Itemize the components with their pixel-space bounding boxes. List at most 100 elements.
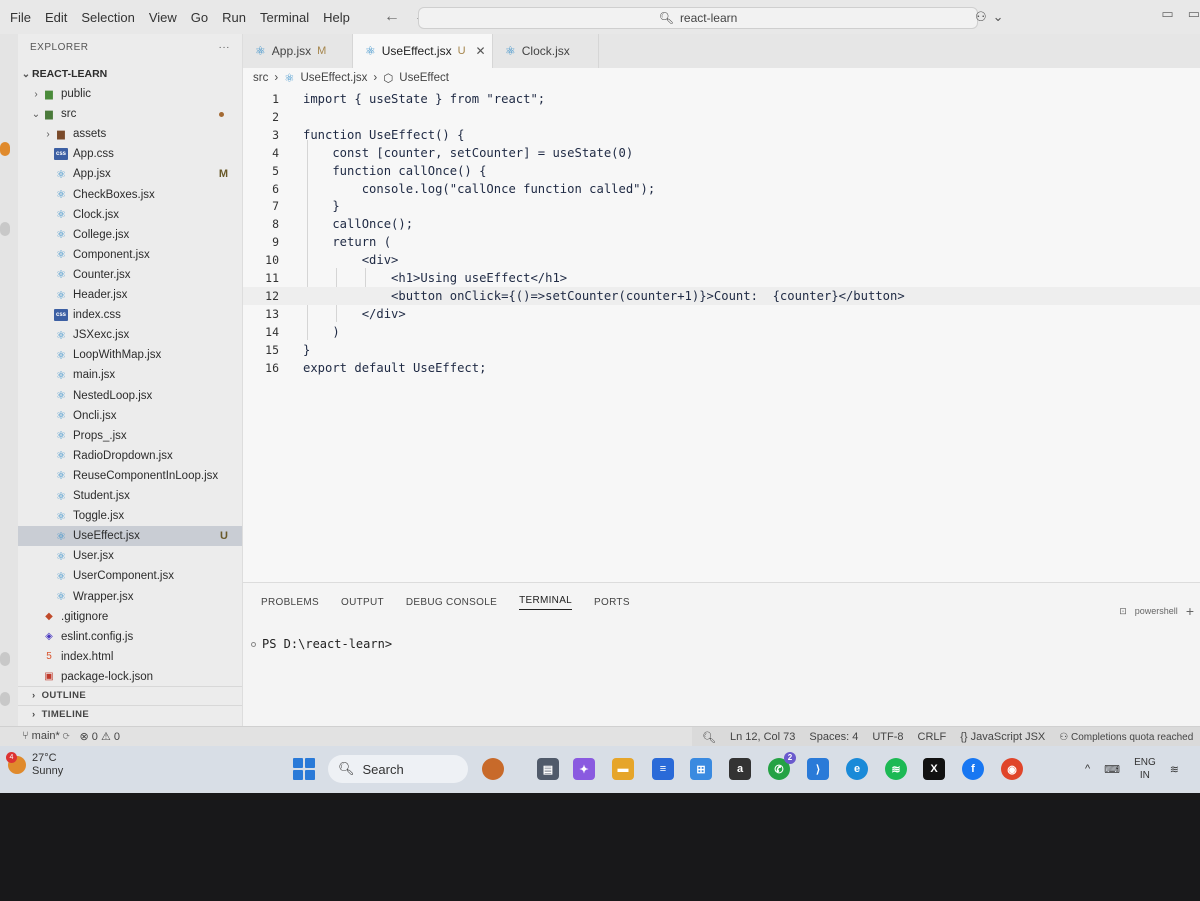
file-tree-item[interactable]: ⚛ main.jsx	[18, 365, 242, 385]
file-tree-item[interactable]: ⚛ RadioDropdown.jsx	[18, 446, 242, 466]
copilot-status[interactable]: ⚇ Completions quota reached	[1059, 732, 1193, 743]
panel-tabs: PROBLEMS OUTPUT DEBUG CONSOLE TERMINAL P…	[243, 583, 1200, 621]
vscode-icon[interactable]: ⟩	[807, 758, 829, 780]
file-tree-item[interactable]: ⚛ Counter.jsx	[18, 265, 242, 285]
tab-ports[interactable]: PORTS	[594, 597, 630, 608]
file-tree-item[interactable]: ⚛ NestedLoop.jsx	[18, 386, 242, 406]
file-explorer-icon[interactable]: ▬	[612, 758, 634, 780]
file-tree-item[interactable]: ▣ package-lock.json	[18, 667, 242, 687]
chevron-up-icon[interactable]: ^	[1085, 763, 1090, 775]
extensions-icon[interactable]	[0, 222, 10, 236]
file-tree-item[interactable]: ⚛ Oncli.jsx	[18, 406, 242, 426]
tab-debug-console[interactable]: DEBUG CONSOLE	[406, 597, 497, 608]
language-mode[interactable]: {} JavaScript JSX	[960, 731, 1045, 743]
menu-help[interactable]: Help	[323, 10, 350, 25]
file-tree-item[interactable]: › ▆ assets	[18, 124, 242, 144]
keyboard-icon[interactable]: ⌨	[1104, 763, 1120, 776]
file-tree-item[interactable]: ◈ eslint.config.js	[18, 627, 242, 647]
menu-run[interactable]: Run	[222, 10, 246, 25]
branch-status[interactable]: ⑂ main* ⟳	[22, 730, 69, 743]
account-icon[interactable]	[0, 652, 10, 666]
file-tree-item[interactable]: ⚛ College.jsx	[18, 225, 242, 245]
file-tree-item[interactable]: 5 index.html	[18, 647, 242, 667]
file-tree-item[interactable]: ⚛ CheckBoxes.jsx	[18, 185, 242, 205]
file-tree-item[interactable]: ⚛ Header.jsx	[18, 285, 242, 305]
command-center[interactable]: 🔍︎ react-learn	[418, 7, 978, 29]
whatsapp-icon[interactable]: ✆ 2	[768, 752, 796, 780]
chrome-icon[interactable]: ◉	[1001, 758, 1023, 780]
encoding[interactable]: UTF-8	[872, 731, 903, 743]
file-tree-item[interactable]: ⚛ Wrapper.jsx	[18, 587, 242, 607]
file-tree-item[interactable]: ◆ .gitignore	[18, 607, 242, 627]
indentation[interactable]: Spaces: 4	[809, 731, 858, 743]
breadcrumb-folder[interactable]: src	[253, 72, 268, 84]
language-indicator[interactable]: ENG IN	[1134, 756, 1156, 782]
toggle-panel-icon[interactable]: ▭	[1188, 6, 1200, 22]
wifi-icon[interactable]: ≋	[1170, 763, 1179, 776]
tab-app-jsx[interactable]: ⚛ App.jsx M	[243, 34, 353, 68]
breadcrumb-symbol[interactable]: UseEffect	[399, 72, 449, 84]
spotify-icon[interactable]: ≋	[885, 758, 907, 780]
cursor-position[interactable]: Ln 12, Col 73	[730, 731, 795, 743]
shell-name[interactable]: powershell	[1135, 606, 1178, 616]
menu-selection[interactable]: Selection	[81, 10, 134, 25]
code-editor[interactable]: 1 import { useState } from "react"; 2 3 func…	[243, 88, 1200, 582]
file-tree-item[interactable]: css App.css	[18, 144, 242, 164]
weather-widget[interactable]: 4 27°C Sunny	[6, 752, 63, 778]
outline-section[interactable]: › OUTLINE	[18, 686, 242, 704]
file-tree-item[interactable]: ⚛ UserComponent.jsx	[18, 566, 242, 586]
more-actions-icon[interactable]: ···	[219, 42, 231, 53]
file-tree-item[interactable]: ⚛ User.jsx	[18, 546, 242, 566]
file-tree-item[interactable]: ⚛ LoopWithMap.jsx	[18, 345, 242, 365]
terminal-prompt[interactable]: PS D:\react-learn>	[251, 637, 392, 651]
store-icon[interactable]: ⊞	[690, 758, 712, 780]
taskbar-search[interactable]: 🔍︎ Search	[328, 755, 468, 783]
new-terminal-icon[interactable]: +	[1186, 603, 1194, 619]
start-button[interactable]	[293, 758, 315, 780]
explorer-root[interactable]: ⌄ REACT-LEARN	[18, 64, 242, 84]
copilot-icon[interactable]: ✦	[573, 758, 595, 780]
facebook-icon[interactable]: f	[962, 758, 984, 780]
line-ending[interactable]: CRLF	[918, 731, 947, 743]
notepad-icon[interactable]: ≡	[652, 758, 674, 780]
task-view-icon[interactable]: ▤	[537, 758, 559, 780]
tab-problems[interactable]: PROBLEMS	[261, 597, 319, 608]
file-tree-item[interactable]: ⚛ Student.jsx	[18, 486, 242, 506]
timeline-section[interactable]: › TIMELINE	[18, 705, 242, 723]
source-control-badge-icon[interactable]	[0, 142, 10, 156]
menu-file[interactable]: File	[10, 10, 31, 25]
file-tree-item[interactable]: ⚛ Toggle.jsx	[18, 506, 242, 526]
menu-view[interactable]: View	[149, 10, 177, 25]
copilot-app-icon[interactable]	[482, 758, 504, 780]
x-icon[interactable]: X	[923, 758, 945, 780]
problems-status[interactable]: ⊗ 0 ⚠ 0	[79, 730, 120, 743]
amazon-icon[interactable]: a	[729, 758, 751, 780]
zoom-icon[interactable]: 🔍︎	[702, 731, 716, 744]
breadcrumb-file[interactable]: UseEffect.jsx	[301, 72, 368, 84]
menu-terminal[interactable]: Terminal	[260, 10, 309, 25]
menu-edit[interactable]: Edit	[45, 10, 67, 25]
tab-clock-jsx[interactable]: ⚛ Clock.jsx	[493, 34, 599, 68]
code-text: )	[303, 324, 340, 339]
edge-icon[interactable]: e	[846, 758, 868, 780]
back-arrow-icon[interactable]: ←	[384, 8, 400, 26]
file-tree-item[interactable]: ⚛ Component.jsx	[18, 245, 242, 265]
file-tree-item[interactable]: ⚛ UseEffect.jsx U	[18, 526, 242, 547]
menu-go[interactable]: Go	[191, 10, 208, 25]
file-tree-item[interactable]: ⌄ ▆ src	[18, 104, 242, 124]
file-tree-item[interactable]: ⚛ JSXexc.jsx	[18, 325, 242, 345]
code-line: 1 import { useState } from "react";	[243, 90, 1200, 108]
file-tree-item[interactable]: ⚛ Props_.jsx	[18, 426, 242, 446]
tab-useeffect-jsx[interactable]: ⚛ UseEffect.jsx U ✕	[353, 34, 493, 68]
toggle-sidebar-icon[interactable]: ▭	[1161, 6, 1173, 22]
tab-terminal[interactable]: TERMINAL	[519, 595, 573, 610]
settings-gear-icon[interactable]	[0, 692, 10, 706]
file-tree-item[interactable]: ⚛ App.jsx M	[18, 164, 242, 184]
file-tree-item[interactable]: ⚛ ReuseComponentInLoop.jsx	[18, 466, 242, 486]
file-tree-item[interactable]: css index.css	[18, 305, 242, 325]
file-tree-item[interactable]: ⚛ Clock.jsx	[18, 205, 242, 225]
copilot-menu[interactable]: ⚇ ⌄	[975, 9, 1004, 25]
tab-output[interactable]: OUTPUT	[341, 597, 384, 608]
file-tree-item[interactable]: › ▆ public	[18, 84, 242, 104]
close-icon[interactable]: ✕	[476, 44, 486, 58]
